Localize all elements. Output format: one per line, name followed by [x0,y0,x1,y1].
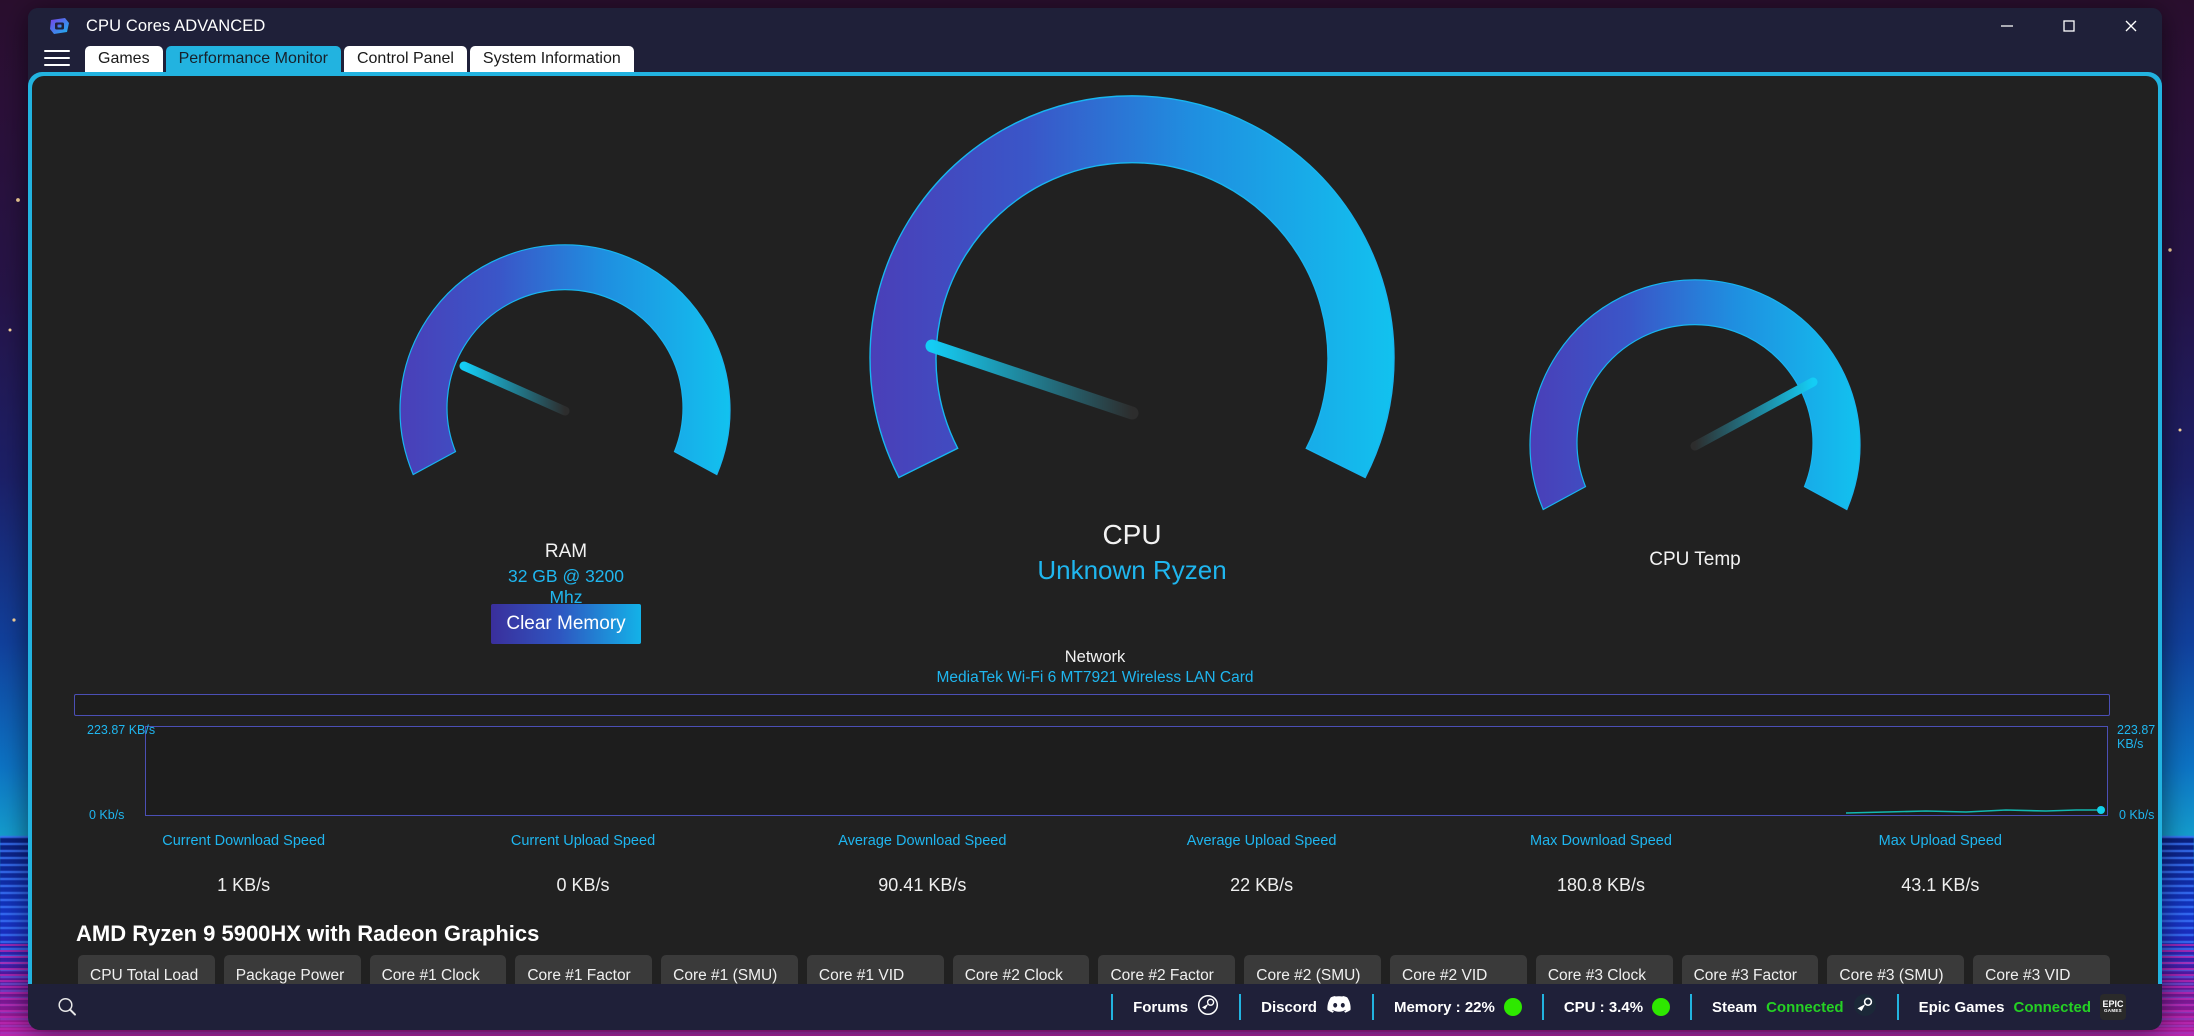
net-stat-max-upload: Max Upload Speed 43.1 KB/s [1771,833,2110,896]
net-stat-value: 1 KB/s [217,875,271,895]
status-item-discord[interactable]: Discord [1241,984,1372,1030]
status-item-epic-games[interactable]: Epic Games Connected EPIC GAMES [1899,984,2146,1030]
status-item-label: Discord [1261,998,1317,1016]
steam-icon [1853,993,1877,1021]
discord-icon [1326,995,1352,1019]
core-card-label: CPU Total Load [90,967,199,984]
gauge-cpu [869,95,1395,479]
gauge-cpu-subtitle: Unknown Ryzen [1037,555,1227,585]
core-card-label: Core #1 Clock [381,967,480,984]
graph-axis-min-left: 0 Kb/s [89,808,125,822]
status-item-label: Epic Games [1918,998,2005,1016]
net-stat-average-upload: Average Upload Speed 22 KB/s [1092,833,1431,896]
app-title: CPU Cores ADVANCED [86,16,266,35]
network-graph-plot [145,726,2108,816]
download-series-line [1846,810,2101,813]
net-stat-current-upload: Current Upload Speed 0 KB/s [413,833,752,896]
network-title: Network [1064,648,1126,666]
clear-memory-button[interactable]: Clear Memory [491,604,641,644]
steam-connection-status: Connected [1766,998,1844,1016]
core-card-label: Package Power [235,967,345,984]
status-item-forums[interactable]: Forums [1113,984,1239,1030]
search-icon[interactable] [50,990,84,1024]
epic-connection-status: Connected [2013,998,2091,1016]
tab-performance-monitor[interactable]: Performance Monitor [165,46,341,72]
gauge-row: RAM 32 GB @ 3200 Mhz CPU Unknown Ryzen C… [32,76,2158,607]
gauge-ram-subtitle: 32 GB @ 3200 Mhz [507,566,625,607]
core-card-label: Core #1 Factor [527,967,631,984]
core-card-label: Core #2 Clock [964,967,1063,984]
net-stat-max-download: Max Download Speed 180.8 KB/s [1431,833,1770,896]
net-stat-label: Average Download Speed [838,833,1007,849]
gauge-ram [399,244,731,476]
desktop-wallpaper: CPU Cores ADVANCED Games Performance Mon… [0,0,2194,1036]
network-adapter: MediaTek Wi-Fi 6 MT7921 Wireless LAN Car… [936,669,1254,686]
tab-games[interactable]: Games [85,46,163,72]
panel-outer-border: RAM 32 GB @ 3200 Mhz CPU Unknown Ryzen C… [28,72,2162,1026]
title-bar: CPU Cores ADVANCED [28,8,2162,44]
cpu-cores-logo-icon [48,15,72,37]
cpu-status-dot [1652,998,1671,1016]
graph-axis-max-right: 223.87 KB/s [2117,723,2156,751]
core-card-label: Core #2 Factor [1110,967,1214,984]
status-bar-items: Forums Discord Memory: 22% CPU: 3.4% S… [1111,984,2162,1030]
net-stat-label: Max Download Speed [1530,833,1672,849]
maximize-icon[interactable] [2038,8,2100,44]
status-item-label: Memory : 22% [1393,998,1495,1016]
net-stat-value: 22 KB/s [1230,875,1294,895]
gauge-cpu-temp-title: CPU Temp [1649,549,1741,570]
status-bar: Forums Discord Memory: 22% CPU: 3.4% S… [28,984,2162,1030]
net-stat-current-download: Current Download Speed 1 KB/s [74,833,413,896]
window-controls [1976,8,2162,44]
close-icon[interactable] [2100,8,2162,44]
gauge-cpu-temp [1529,279,1861,511]
tab-strip: Games Performance Monitor Control Panel … [28,44,2162,72]
network-graph-scrollbar[interactable] [74,694,2110,716]
minimize-icon[interactable] [1976,8,2038,44]
steam-forums-icon [1197,994,1219,1020]
cpu-model-name: AMD Ryzen 9 5900HX with Radeon Graphics [76,921,540,946]
status-item-label: Forums [1133,998,1189,1016]
graph-axis-min-right: 0 Kb/s [2119,808,2155,822]
status-item-cpu[interactable]: CPU : 3.4% [1544,984,1690,1030]
net-stat-value: 43.1 KB/s [1901,875,1980,895]
network-stats-row: Current Download Speed 1 KB/s Current Up… [74,833,2110,896]
net-stat-value: 90.41 KB/s [878,875,967,895]
net-stat-label: Current Upload Speed [510,833,656,849]
net-stat-value: 180.8 KB/s [1556,875,1645,895]
net-stat-label: Current Download Speed [162,833,326,849]
net-stat-label: Max Upload Speed [1878,833,2002,849]
memory-status-dot [1503,998,1522,1016]
app-window: CPU Cores ADVANCED Games Performance Mon… [28,8,2162,1030]
core-card-label: Core #3 Factor [1693,967,1797,984]
status-item-memory[interactable]: Memory : 22% [1374,984,1542,1030]
net-stat-label: Average Upload Speed [1186,833,1337,849]
status-item-steam[interactable]: Steam Connected [1692,984,1897,1030]
core-card-label: Core #3 Clock [1547,967,1647,984]
tab-system-information[interactable]: System Information [469,46,634,72]
epic-games-icon: EPIC GAMES [2100,994,2126,1020]
status-item-label: Steam [1712,998,1758,1016]
tab-control-panel[interactable]: Control Panel [343,46,467,72]
graph-axis-max-left: 223.87 KB/s [87,723,156,737]
performance-monitor-panel: RAM 32 GB @ 3200 Mhz CPU Unknown Ryzen C… [32,76,2158,1026]
status-item-label: CPU : 3.4% [1563,998,1644,1016]
net-stat-value: 0 KB/s [556,875,610,895]
net-stat-average-download: Average Download Speed 90.41 KB/s [753,833,1092,896]
hamburger-menu-icon[interactable] [42,45,72,71]
